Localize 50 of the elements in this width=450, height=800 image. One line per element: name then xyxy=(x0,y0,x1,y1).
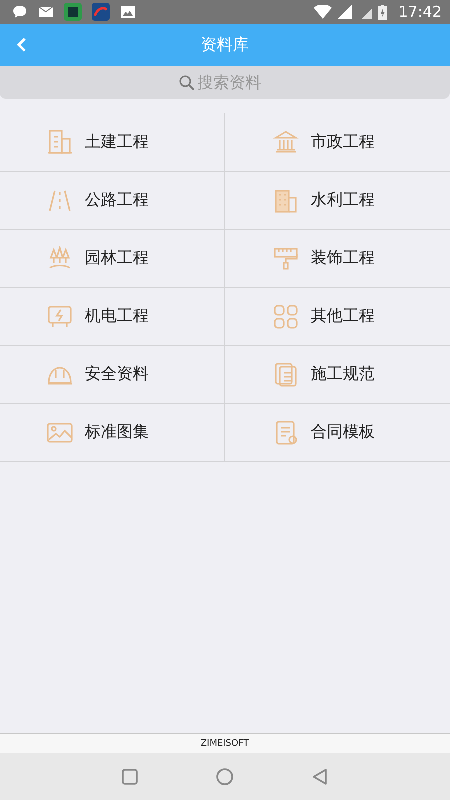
category-label: 其他工程 xyxy=(311,306,375,327)
brand-text: ZIMEISOFT xyxy=(200,738,250,748)
recents-icon[interactable] xyxy=(122,768,138,784)
clock-time: 17:42 xyxy=(398,3,442,21)
app-icon xyxy=(92,3,110,21)
home-icon[interactable] xyxy=(216,768,234,786)
app-icon xyxy=(64,3,82,21)
back-icon xyxy=(16,37,28,53)
office-building-icon xyxy=(273,188,299,214)
image-icon xyxy=(120,5,136,19)
category-item[interactable]: 园林工程 xyxy=(0,229,225,287)
category-item[interactable]: 土建工程 xyxy=(0,113,225,171)
grid-icon xyxy=(273,304,299,330)
category-label: 土建工程 xyxy=(85,132,149,152)
category-item[interactable]: 机电工程 xyxy=(0,287,225,345)
page-title: 资料库 xyxy=(201,34,249,56)
search-icon xyxy=(178,74,194,90)
category-item[interactable]: 装饰工程 xyxy=(225,229,450,287)
category-item[interactable]: 水利工程 xyxy=(225,171,450,229)
category-label: 施工规范 xyxy=(311,364,375,385)
category-item[interactable]: 其他工程 xyxy=(225,287,450,345)
search-field[interactable]: 搜索资料 xyxy=(198,73,272,92)
category-label: 安全资料 xyxy=(85,364,149,385)
category-label: 装饰工程 xyxy=(311,248,375,269)
chat-icon xyxy=(12,4,28,20)
trees-icon xyxy=(47,246,73,272)
monitor-icon xyxy=(47,304,73,330)
category-label: 标准图集 xyxy=(85,422,149,443)
category-item[interactable]: 合同模板 xyxy=(225,403,450,461)
paint-roller-icon xyxy=(273,246,299,272)
category-item[interactable]: 公路工程 xyxy=(0,171,225,229)
back-icon[interactable] xyxy=(312,768,328,786)
wifi-icon xyxy=(314,5,332,19)
bank-icon xyxy=(273,129,299,155)
category-item[interactable]: 市政工程 xyxy=(225,113,450,171)
signal-icon xyxy=(338,5,352,19)
category-label: 合同模板 xyxy=(311,422,375,443)
category-label: 公路工程 xyxy=(85,190,149,211)
category-item[interactable]: 标准图集 xyxy=(0,403,225,461)
category-label: 机电工程 xyxy=(85,306,149,327)
document-icon xyxy=(273,420,299,446)
building-icon xyxy=(47,129,73,155)
battery-icon xyxy=(378,4,387,20)
category-label: 市政工程 xyxy=(311,132,375,152)
category-item[interactable]: 安全资料 xyxy=(0,345,225,403)
category-item[interactable]: 施工规范 xyxy=(225,345,450,403)
category-label: 园林工程 xyxy=(85,248,149,269)
category-label: 水利工程 xyxy=(311,190,375,211)
mail-icon xyxy=(38,5,54,19)
documents-icon xyxy=(273,362,299,388)
